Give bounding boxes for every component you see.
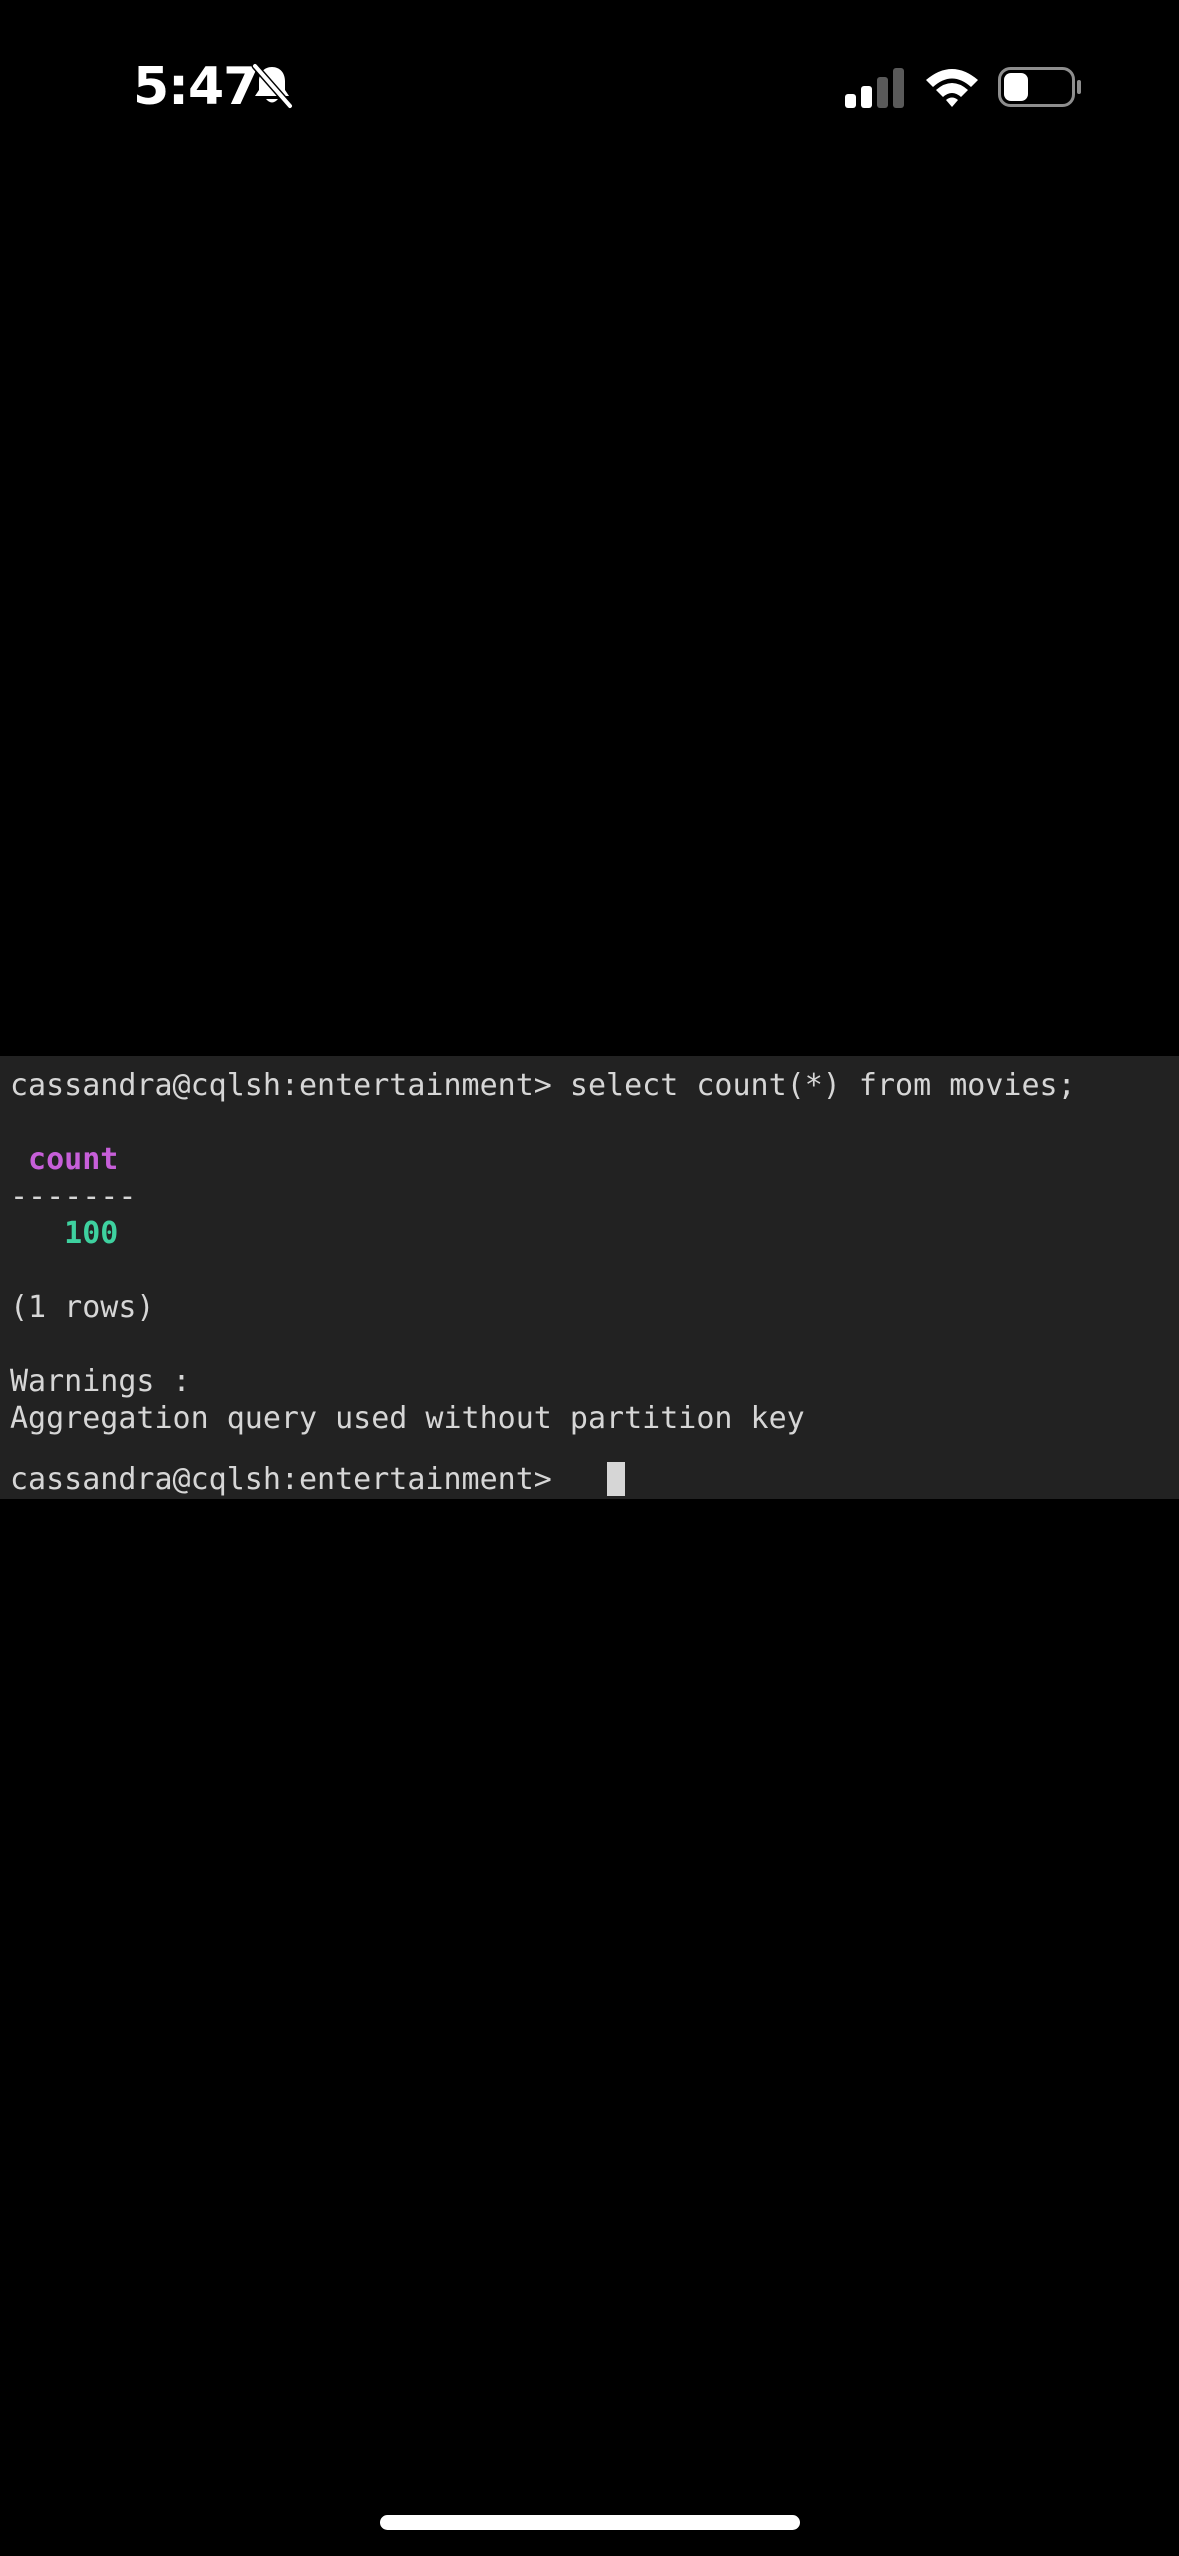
status-time: 5:47 [133, 57, 259, 117]
prompt-line[interactable]: cassandra@cqlsh:entertainment> [10, 1461, 570, 1498]
cellular-signal-icon [845, 68, 904, 108]
warning-message: Aggregation query used without partition… [10, 1401, 805, 1436]
text-cursor [607, 1462, 625, 1496]
warnings-label: Warnings : [10, 1364, 191, 1399]
home-indicator[interactable] [380, 2515, 800, 2530]
count-value: 100 [10, 1216, 119, 1251]
battery-icon [998, 67, 1081, 107]
row-count: (1 rows) [10, 1290, 155, 1325]
bell-slash-icon [251, 63, 294, 109]
command-line: cassandra@cqlsh:entertainment> select co… [10, 1068, 1076, 1103]
column-separator: ------- [10, 1179, 137, 1214]
wifi-icon [926, 69, 978, 107]
column-header-count: count [10, 1142, 119, 1177]
cqlsh-terminal[interactable]: cassandra@cqlsh:entertainment> select co… [0, 1056, 1179, 1499]
phone-screen: 5:47 cassandra@cqlsh:entertainment> sele… [0, 0, 1179, 2556]
